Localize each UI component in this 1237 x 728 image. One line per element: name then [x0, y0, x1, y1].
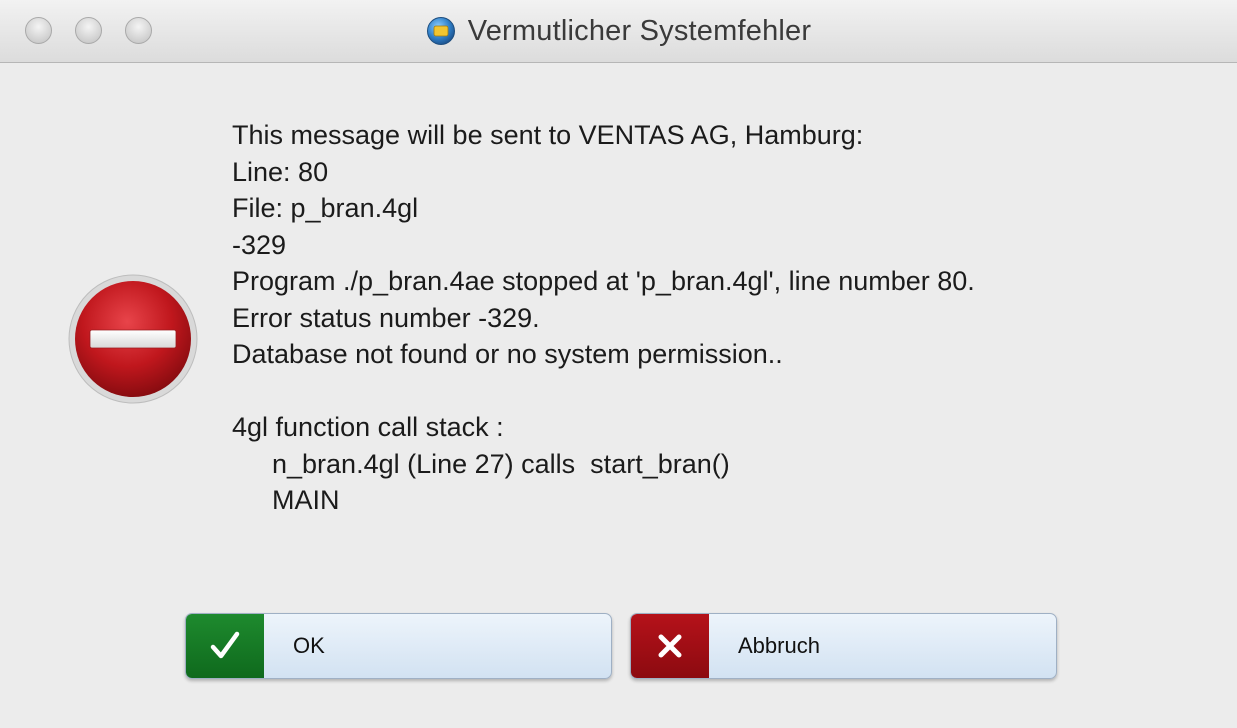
- checkmark-icon: [186, 614, 264, 678]
- cancel-button[interactable]: Abbruch: [630, 613, 1057, 679]
- message-line: n_bran.4gl (Line 27) calls start_bran(): [272, 448, 730, 479]
- message-line: Error status number -329.: [232, 302, 540, 333]
- cancel-button-label: Abbruch: [738, 633, 820, 658]
- error-message: This message will be sent to VENTAS AG, …: [232, 117, 1222, 519]
- cross-icon: [631, 614, 709, 678]
- title-container: Vermutlicher Systemfehler: [0, 0, 1237, 62]
- message-line: 4gl function call stack :: [232, 412, 504, 442]
- message-line: MAIN: [272, 485, 340, 515]
- dialog-window: Vermutlicher Systemfehler This message w…: [0, 0, 1237, 728]
- ok-button-label: OK: [293, 633, 325, 658]
- ok-button[interactable]: OK: [185, 613, 612, 679]
- message-line: Line: 80: [232, 156, 329, 187]
- window-title: Vermutlicher Systemfehler: [467, 14, 812, 47]
- message-line: -329: [232, 229, 287, 260]
- app-icon: [426, 17, 455, 45]
- stop-sign-icon: [68, 274, 198, 404]
- message-line: Program ./p_bran.4ae stopped at 'p_bran.…: [232, 266, 975, 296]
- message-line: This message will be sent to VENTAS AG, …: [232, 120, 864, 150]
- message-line: [232, 373, 1222, 410]
- title-bar[interactable]: Vermutlicher Systemfehler: [0, 0, 1237, 63]
- message-line: File: p_bran.4gl: [232, 193, 419, 223]
- message-line: Database not found or no system permissi…: [232, 339, 783, 369]
